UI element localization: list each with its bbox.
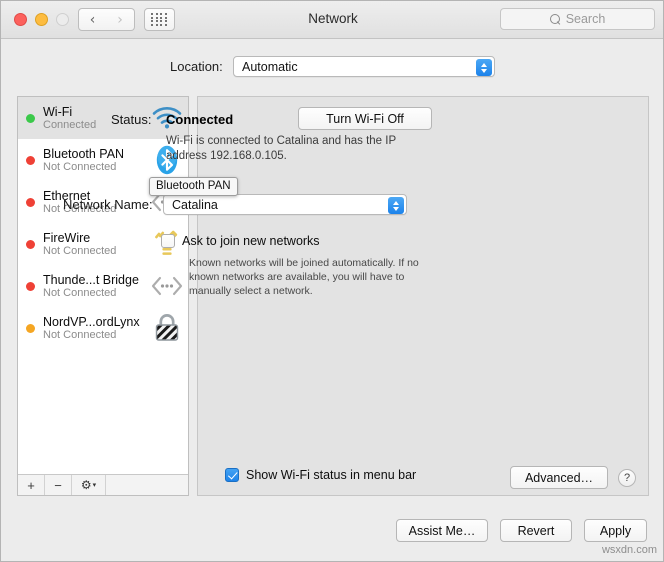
sidebar-footer-toolbar: + − ⚙ ▾ — [18, 474, 188, 495]
location-dropdown-value: Automatic — [242, 59, 298, 74]
ask-to-join-checkbox-row[interactable]: Ask to join new networks — [161, 234, 320, 248]
status-indicator-dot — [26, 323, 35, 333]
status-indicator-dot — [26, 281, 35, 291]
search-input[interactable]: Search — [500, 8, 655, 30]
status-indicator-dot — [26, 155, 35, 165]
ask-to-join-description: Known networks will be joined automatica… — [189, 257, 419, 297]
status-indicator-dot — [26, 239, 35, 249]
sidebar-item-status: Not Connected — [43, 160, 117, 173]
ask-to-join-label: Ask to join new networks — [182, 234, 320, 248]
network-name-label: Network Name: — [63, 197, 153, 212]
status-indicator-dot — [26, 197, 35, 207]
sidebar-item-bluetooth-pan[interactable]: Bluetooth PAN Not Connected — [18, 139, 188, 181]
chevron-down-icon: ▾ — [92, 482, 97, 489]
gear-icon: ⚙ — [80, 478, 92, 492]
show-wifi-status-label: Show Wi-Fi status in menu bar — [246, 468, 417, 482]
tooltip: Bluetooth PAN — [149, 177, 238, 196]
location-dropdown[interactable]: Automatic — [233, 56, 495, 77]
sidebar-item-label: NordVP...ordLynx — [43, 314, 140, 329]
sidebar-item-status: Not Connected — [43, 328, 117, 341]
minus-icon: − — [54, 477, 62, 493]
remove-service-button[interactable]: − — [45, 475, 72, 495]
add-service-button[interactable]: + — [18, 475, 45, 495]
sidebar-item-status: Not Connected — [43, 286, 117, 299]
sidebar-item-text: Thunde...t Bridge Not Connected — [43, 273, 151, 300]
sidebar-item-text: NordVP...ordLynx Not Connected — [43, 315, 151, 342]
advanced-button[interactable]: Advanced… — [510, 466, 608, 489]
apply-button[interactable]: Apply — [584, 519, 647, 542]
status-label: Status: — [111, 112, 152, 127]
assist-me-button[interactable]: Assist Me… — [396, 519, 488, 542]
network-services-list[interactable]: Wi-Fi Connected Bluetooth PAN Not Connected… — [18, 97, 188, 475]
search-placeholder: Search — [565, 12, 606, 26]
sidebar-item-label: FireWire — [43, 230, 91, 245]
status-description: Wi-Fi is connected to Catalina and has t… — [166, 135, 396, 162]
turn-wifi-off-button[interactable]: Turn Wi-Fi Off — [298, 107, 432, 130]
plus-icon: + — [27, 477, 35, 493]
help-button[interactable]: ? — [618, 469, 636, 487]
location-label: Location: — [170, 59, 223, 74]
sidebar-item-wi-fi[interactable]: Wi-Fi Connected — [18, 97, 188, 139]
sidebar-item-thunde-t-bridge[interactable]: Thunde...t Bridge Not Connected — [18, 265, 188, 307]
sidebar-item-text: FireWire Not Connected — [43, 231, 151, 258]
ask-to-join-checkbox[interactable] — [161, 234, 175, 248]
service-actions-button[interactable]: ⚙ ▾ — [72, 475, 106, 495]
show-wifi-status-checkbox[interactable] — [225, 468, 239, 482]
revert-button[interactable]: Revert — [500, 519, 572, 542]
sidebar-item-label: Thunde...t Bridge — [43, 272, 139, 287]
window-titlebar: ‹ › Network Search — [1, 1, 663, 39]
network-services-sidebar: Wi-Fi Connected Bluetooth PAN Not Connected… — [17, 96, 189, 496]
status-value: Connected — [166, 112, 234, 127]
sidebar-item-status: Not Connected — [43, 244, 117, 257]
chevron-updown-icon — [476, 59, 492, 76]
show-wifi-status-checkbox-row[interactable]: Show Wi-Fi status in menu bar — [225, 468, 416, 482]
chevron-updown-icon — [388, 197, 404, 214]
network-name-dropdown-value: Catalina — [172, 197, 218, 212]
network-preferences-window: ‹ › Network Search Location: Automatic W… — [0, 0, 664, 562]
search-icon — [549, 13, 561, 25]
sidebar-item-nordvp-ordlynx[interactable]: NordVP...ordLynx Not Connected — [18, 307, 188, 349]
vpn-lock-icon — [151, 312, 183, 344]
network-name-dropdown[interactable]: Catalina — [163, 194, 407, 215]
watermark: wsxdn.com — [601, 544, 657, 556]
thunderbolt-bridge-icon — [151, 270, 183, 302]
sidebar-item-label: Bluetooth PAN — [43, 146, 125, 161]
sidebar-item-text: Bluetooth PAN Not Connected — [43, 147, 151, 174]
status-indicator-dot — [26, 113, 35, 123]
